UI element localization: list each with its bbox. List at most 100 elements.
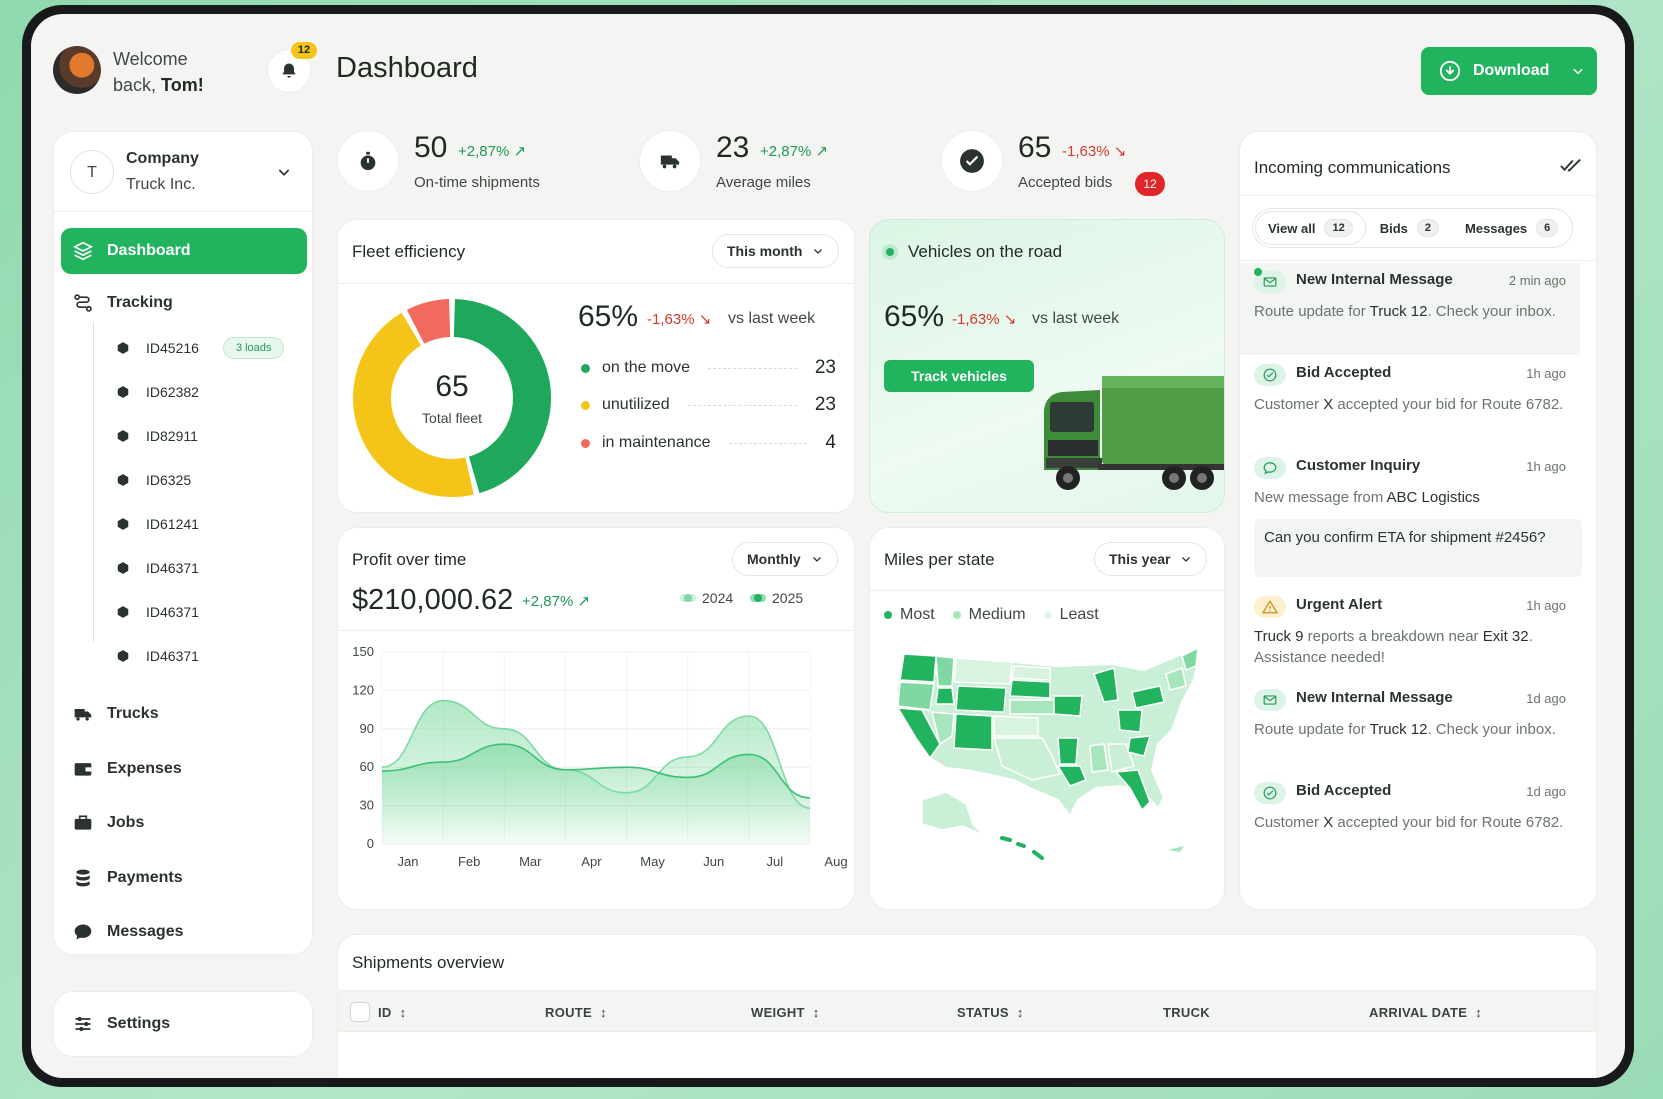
legend-dot — [952, 611, 961, 619]
message-title: Bid Accepted — [1296, 782, 1392, 799]
period-dropdown[interactable]: Monthly — [732, 542, 838, 576]
kpi-label: Average miles — [716, 174, 811, 191]
box-icon — [117, 562, 129, 574]
tracking-id: ID46371 — [146, 648, 199, 664]
profit-delta: +2,87% ↗ — [522, 592, 590, 610]
track-vehicles-button[interactable]: Track vehicles — [884, 360, 1034, 392]
mail-icon — [1254, 689, 1286, 711]
column-header-id[interactable]: ID ↕ — [378, 991, 406, 1033]
legend-dot — [750, 594, 766, 602]
message-tabs: View all 12 Bids 2 Messages 6 — [1252, 208, 1574, 248]
tracking-id: ID45216 — [146, 340, 199, 356]
column-header-status[interactable]: STATUS ↕ — [957, 991, 1024, 1033]
tab-messages[interactable]: Messages 6 — [1453, 211, 1570, 245]
fleet-compare: vs last week — [728, 310, 816, 327]
tab-bids[interactable]: Bids 2 — [1368, 211, 1451, 245]
sidebar-item-label: Settings — [107, 1015, 171, 1032]
stopwatch-icon — [360, 151, 376, 171]
tracking-item[interactable]: ID62382 — [116, 377, 199, 407]
body-highlight: X — [1323, 814, 1334, 831]
kpi-delta-value: +2,87% — [458, 143, 510, 160]
message-item[interactable]: Customer Inquiry 1h ago New message from… — [1240, 449, 1582, 579]
legend-label: 2025 — [772, 590, 804, 606]
body-highlight: Truck 12 — [1369, 721, 1428, 738]
tracking-tree-line — [93, 322, 94, 642]
vehicles-delta-value: -1,63% — [952, 311, 1000, 328]
column-header-truck[interactable]: TRUCK — [1163, 991, 1210, 1033]
legend-dot — [581, 400, 590, 410]
message-title: Urgent Alert — [1296, 596, 1383, 613]
sidebar-item-tracking[interactable]: Tracking — [61, 280, 307, 326]
kpi-label: On-time shipments — [414, 174, 540, 191]
body-text: Route update for — [1254, 721, 1370, 738]
message-time: 1d ago — [1526, 784, 1566, 799]
box-icon — [117, 342, 129, 354]
card-title: Incoming communications — [1254, 158, 1451, 177]
box-icon — [117, 386, 129, 398]
column-header-route[interactable]: ROUTE ↕ — [545, 991, 607, 1033]
message-time: 1h ago — [1526, 366, 1566, 381]
tab-label: Bids — [1379, 220, 1408, 236]
sidebar-item-settings[interactable]: Settings — [61, 1001, 307, 1047]
sidebar-item-messages[interactable]: Messages — [61, 909, 307, 955]
tracking-item[interactable]: ID6325 — [116, 465, 191, 495]
kpi-icon — [639, 130, 701, 192]
legend-row: on the move 23 — [581, 356, 836, 380]
sidebar-item-trucks[interactable]: Trucks — [61, 691, 307, 737]
truck-illustration — [1044, 376, 1224, 490]
tracking-item[interactable]: ID46371 — [116, 641, 199, 671]
message-item[interactable]: Bid Accepted 1h ago Customer X accepted … — [1240, 356, 1580, 446]
y-tick-label: 30 — [360, 798, 374, 813]
tracking-item[interactable]: ID46371 — [116, 553, 199, 583]
message-item[interactable]: New Internal Message 1d ago Route update… — [1240, 681, 1580, 771]
legend-item: Medium — [952, 606, 1026, 624]
box-icon — [117, 474, 129, 486]
legend-dot — [581, 363, 590, 373]
legend-label: Least — [1059, 606, 1099, 623]
body-highlight: X — [1323, 396, 1334, 413]
download-button[interactable]: Download — [1421, 47, 1597, 95]
tab-view-all[interactable]: View all 12 — [1255, 211, 1366, 245]
kpi-delta: +2,87% ↗ — [458, 142, 526, 160]
company-selector[interactable]: T Company Truck Inc. — [54, 132, 312, 212]
box-icon — [117, 606, 129, 618]
sidebar-item-label: Payments — [107, 869, 183, 886]
message-body: Route update for Truck 12. Check your in… — [1254, 301, 1569, 322]
trend-down-icon: ↘ — [1113, 143, 1127, 160]
box-icon — [117, 430, 129, 442]
tab-count: 12 — [1324, 219, 1353, 237]
sidebar-item-payments[interactable]: Payments — [61, 855, 307, 901]
shipments-card: Shipments overview ID ↕ ROUTE ↕ WEIGHT ↕ ST… — [337, 934, 1597, 1078]
message-item[interactable]: Urgent Alert 1h ago Truck 9 reports a br… — [1240, 588, 1580, 678]
x-tick-label: Jan — [398, 854, 419, 869]
period-dropdown[interactable]: This year — [1094, 542, 1208, 576]
message-item[interactable]: New Internal Message 2 min ago Route upd… — [1240, 263, 1580, 355]
tracking-item[interactable]: ID45216 3 loads — [116, 333, 285, 363]
tracking-item[interactable]: ID46371 — [116, 597, 199, 627]
tracking-item[interactable]: ID61241 — [116, 509, 199, 539]
wallet-icon — [74, 763, 92, 776]
us-map — [894, 646, 1202, 860]
sidebar-item-dashboard[interactable]: Dashboard — [61, 228, 307, 274]
column-label: WEIGHT — [751, 1004, 805, 1020]
sidebar-item-jobs[interactable]: Jobs — [61, 800, 307, 846]
user-avatar[interactable] — [53, 46, 101, 94]
message-item[interactable]: Bid Accepted 1d ago Customer X accepted … — [1240, 774, 1580, 864]
sidebar-item-expenses[interactable]: Expenses — [61, 746, 307, 792]
chat-bubble-icon — [74, 924, 92, 940]
period-dropdown[interactable]: This month — [712, 234, 840, 268]
column-header-weight[interactable]: WEIGHT ↕ — [751, 991, 820, 1033]
tracking-item[interactable]: ID82911 — [116, 421, 198, 451]
page-title: Dashboard — [336, 52, 478, 84]
legend-dot — [1043, 611, 1052, 619]
profit-total: $210,000.62 — [352, 584, 514, 616]
x-tick-label: Jul — [767, 854, 784, 869]
sort-icon: ↕ — [399, 1004, 407, 1020]
select-all-checkbox[interactable] — [350, 1002, 370, 1022]
kpi-value: 65 — [1018, 131, 1052, 164]
box-icon — [117, 650, 129, 662]
kpi-value: 23 — [716, 131, 750, 164]
column-header-arrival-date[interactable]: ARRIVAL DATE ↕ — [1369, 991, 1482, 1033]
mark-all-read-icon[interactable] — [1560, 158, 1582, 174]
warning-icon — [1254, 596, 1286, 618]
